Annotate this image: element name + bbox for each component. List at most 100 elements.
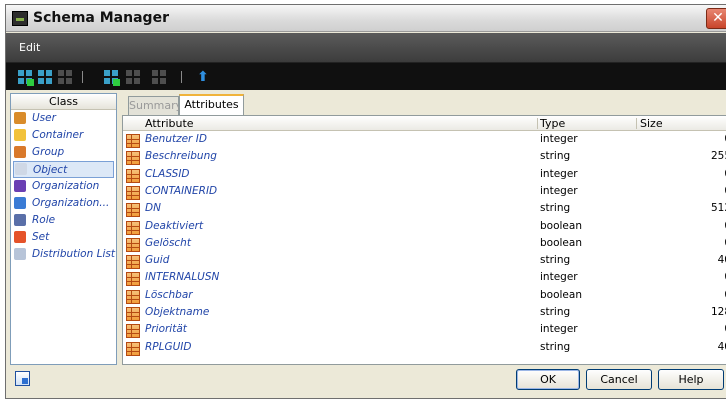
cell-attribute-name: CLASSID <box>145 167 190 180</box>
table-row[interactable]: CLASSID integer 0 <box>123 167 726 184</box>
class-item-label: Distribution List <box>32 248 115 260</box>
cell-size: 0 <box>683 220 726 232</box>
cell-type: string <box>540 340 571 353</box>
column-header-attribute[interactable]: Attribute <box>145 116 194 131</box>
delete-attribute-icon[interactable] <box>152 70 166 84</box>
class-item-role[interactable]: Role <box>11 212 116 229</box>
attribute-table: Attribute Type Size Benutzer IDinteger0B… <box>122 115 726 365</box>
cell-size: 40 <box>717 254 726 267</box>
folder-icon <box>14 129 26 141</box>
attribute-icon <box>126 151 140 166</box>
close-button[interactable]: ✕ <box>706 8 726 29</box>
set-icon <box>14 231 26 243</box>
organization-icon <box>14 180 26 192</box>
cell-attribute-name: Priorität <box>145 323 187 336</box>
app-icon <box>12 11 28 26</box>
class-item-label: Group <box>32 146 65 158</box>
column-header-type[interactable]: Type <box>540 116 565 131</box>
ok-button[interactable]: OK <box>516 369 580 390</box>
cell-type: string <box>540 202 571 215</box>
group-icon <box>14 146 26 158</box>
cell-type: boolean <box>540 236 582 249</box>
table-row[interactable]: Löschbar boolean 0 <box>123 288 726 305</box>
attribute-icon <box>126 185 140 200</box>
up-arrow-icon[interactable]: ⬆ <box>196 70 210 84</box>
help-button[interactable]: Help <box>658 369 724 390</box>
cell-attribute-name: Deaktiviert <box>145 219 204 232</box>
class-item-label: Object <box>33 164 68 176</box>
class-item-distribution-list[interactable]: Distribution List <box>11 246 116 263</box>
toolbar-separator <box>181 71 182 83</box>
class-item-user[interactable]: User <box>11 110 116 127</box>
column-divider[interactable] <box>537 118 538 129</box>
class-column-header[interactable]: Class <box>11 94 116 110</box>
cell-size: 40 <box>717 340 726 353</box>
cell-type: integer <box>540 323 578 336</box>
column-divider[interactable] <box>636 118 637 129</box>
cell-type: integer <box>540 133 578 145</box>
cell-size: 0 <box>683 271 726 283</box>
cell-attribute-name: Objektname <box>145 306 210 318</box>
class-item-organization[interactable]: Organization... <box>11 195 116 212</box>
cancel-button[interactable]: Cancel <box>586 369 652 390</box>
title-bar[interactable]: Schema Manager ✕ <box>6 5 726 32</box>
schema-manager-window: Schema Manager ✕ Edit ⬆ Class User Contai… <box>5 4 726 399</box>
table-row[interactable]: RPLGUID string 40 <box>123 340 726 357</box>
distribution-list-icon <box>14 248 26 260</box>
class-item-organization[interactable]: Organization <box>11 178 116 195</box>
table-row[interactable]: Beschreibung string 255 <box>123 149 726 166</box>
cell-size: 0 <box>683 133 726 145</box>
cell-attribute-name: Beschreibung <box>145 150 217 163</box>
attribute-icon <box>126 237 140 252</box>
class-item-label: Container <box>32 129 84 141</box>
cell-attribute-name: DN <box>145 202 161 215</box>
cell-attribute-name: Gelöscht <box>145 236 191 249</box>
context-help-icon[interactable] <box>15 371 30 386</box>
cell-attribute-name: INTERNALUSN <box>145 271 220 284</box>
edit-class-icon[interactable] <box>38 70 52 84</box>
table-row[interactable]: Benutzer ID integer 0 <box>123 132 726 149</box>
class-item-set[interactable]: Set <box>11 229 116 246</box>
role-icon <box>14 214 26 226</box>
table-row[interactable]: INTERNALUSN integer 0 <box>123 270 726 287</box>
attribute-icon <box>126 307 140 321</box>
class-item-object[interactable]: Object <box>13 161 114 178</box>
cell-size: 0 <box>683 323 726 335</box>
menu-edit[interactable]: Edit <box>19 41 40 54</box>
cell-size: 0 <box>683 237 726 249</box>
column-header-size[interactable]: Size <box>640 116 663 131</box>
table-row[interactable]: Priorität integer 0 <box>123 322 726 339</box>
attribute-icon <box>126 289 140 304</box>
tab-summary[interactable]: Summary <box>128 96 182 115</box>
add-class-icon[interactable] <box>18 70 34 86</box>
attribute-icon <box>126 134 140 148</box>
cell-type: boolean <box>540 288 582 301</box>
delete-class-icon[interactable] <box>58 70 72 84</box>
class-item-container[interactable]: Container <box>11 127 116 144</box>
cell-size: 512 <box>710 202 726 215</box>
attribute-icon <box>126 220 140 235</box>
attribute-icon <box>126 324 140 339</box>
cell-attribute-name: RPLGUID <box>145 340 192 353</box>
table-row[interactable]: Gelöscht boolean 0 <box>123 236 726 253</box>
attribute-icon <box>126 168 140 183</box>
attribute-icon <box>126 272 140 287</box>
class-item-group[interactable]: Group <box>11 144 116 161</box>
table-row[interactable]: CONTAINERID integer 0 <box>123 184 726 201</box>
attribute-icon <box>126 255 140 270</box>
class-item-label: Role <box>32 214 56 226</box>
attribute-icon <box>126 203 140 218</box>
cell-size: 255 <box>710 150 726 163</box>
class-item-label: User <box>32 112 56 124</box>
table-row[interactable]: Deaktiviert boolean 0 <box>123 219 726 236</box>
cell-type: integer <box>540 167 578 180</box>
cell-type: integer <box>540 184 578 197</box>
table-header: Attribute Type Size <box>123 116 726 131</box>
tab-attributes[interactable]: Attributes <box>179 94 244 116</box>
class-list-panel: Class User Container Group Object Organizati… <box>10 93 117 365</box>
table-row[interactable]: DN string 512 <box>123 201 726 218</box>
edit-attribute-icon[interactable] <box>126 70 140 84</box>
add-attribute-icon[interactable] <box>104 70 120 86</box>
table-row[interactable]: Objektname string 128 <box>123 305 726 322</box>
table-row[interactable]: Guid string 40 <box>123 253 726 270</box>
